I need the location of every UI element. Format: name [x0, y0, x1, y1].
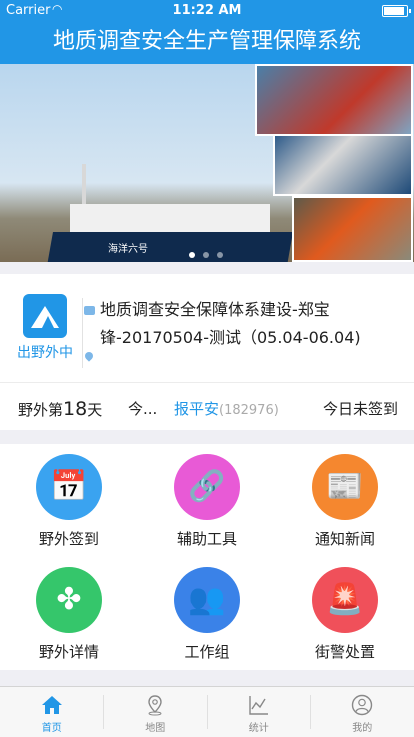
- divider: [0, 382, 414, 383]
- field-status-card: 出野外中 地质调查安全保障体系建设-郑宝锋-20170504-测试（05.04-…: [0, 274, 414, 430]
- newspaper-icon: 📰: [312, 454, 378, 520]
- tab-label: 我的: [311, 719, 414, 734]
- menu-label: 辅助工具: [138, 528, 276, 549]
- truncated-text: 今...: [128, 398, 157, 419]
- days-value: 18: [63, 398, 87, 420]
- menu-item-tools[interactable]: 🔗 辅助工具: [138, 444, 276, 557]
- home-icon: [41, 694, 63, 716]
- report-safe[interactable]: 报平安(182976): [174, 398, 279, 419]
- days-prefix: 野外第: [18, 401, 63, 419]
- tab-bar: 首页 地图 统计 我的: [0, 686, 414, 737]
- menu-icon-bg: ✤: [36, 567, 102, 633]
- report-safe-link[interactable]: 报平安: [174, 400, 219, 418]
- menu-item-work-group[interactable]: 👥 工作组: [138, 557, 276, 670]
- clock: 11:22 AM: [0, 3, 414, 18]
- menu-grid: 📅 野外签到 🔗 辅助工具 📰 通知新闻 ✤ 野外详情 👥 工作组 🚨 街警处置: [0, 444, 414, 670]
- field-status-label: 出野外中: [14, 342, 76, 362]
- days-suffix: 天: [87, 401, 102, 419]
- tab-home[interactable]: 首页: [0, 687, 104, 737]
- carousel-dot[interactable]: [203, 252, 209, 258]
- link-icon: 🔗: [174, 454, 240, 520]
- tab-label: 地图: [104, 719, 208, 734]
- menu-icon-bg: 🚨: [312, 567, 378, 633]
- carousel-dot[interactable]: [189, 252, 195, 258]
- banner-photo-2: [273, 134, 413, 196]
- user-icon: [351, 694, 373, 716]
- carousel-dot[interactable]: [217, 252, 223, 258]
- map-pin-icon: [144, 694, 166, 716]
- tab-stats[interactable]: 统计: [207, 687, 311, 737]
- tab-profile[interactable]: 我的: [311, 687, 414, 737]
- page-title: 地质调查安全生产管理保障系统: [0, 20, 414, 64]
- menu-item-field-details[interactable]: ✤ 野外详情: [0, 557, 138, 670]
- field-days: 野外第18天: [18, 398, 102, 420]
- menu-icon-bg: 👥: [174, 567, 240, 633]
- menu-item-field-sign-in[interactable]: 📅 野外签到: [0, 444, 138, 557]
- location-icon: [83, 350, 94, 361]
- banner-photo-3: [292, 196, 413, 262]
- report-count: (182976): [219, 403, 279, 418]
- ship-name: 海洋六号: [108, 240, 148, 255]
- chart-icon: [248, 694, 270, 716]
- ship-hull: [47, 232, 293, 262]
- calendar-check-icon: 📅: [36, 454, 102, 520]
- menu-icon-bg: 🔗: [174, 454, 240, 520]
- menu-label: 街警处置: [276, 641, 414, 662]
- ship-mast: [82, 164, 86, 208]
- clover-icon: ✤: [36, 567, 102, 633]
- menu-item-alarm[interactable]: 🚨 街警处置: [276, 557, 414, 670]
- field-status-button[interactable]: 出野外中: [14, 294, 76, 360]
- menu-label: 野外详情: [0, 641, 138, 662]
- alarm-light-icon: 🚨: [312, 567, 378, 633]
- sign-status: 今日未签到: [323, 398, 398, 419]
- carousel-indicator[interactable]: [185, 243, 227, 262]
- menu-item-news[interactable]: 📰 通知新闻: [276, 444, 414, 557]
- menu-label: 通知新闻: [276, 528, 414, 549]
- tab-label: 统计: [207, 719, 311, 734]
- status-bar: Carrier ◠ 11:22 AM: [0, 0, 414, 20]
- tab-label: 首页: [0, 719, 104, 734]
- group-icon: 👥: [174, 567, 240, 633]
- tent-icon: [23, 294, 67, 338]
- banner-photo-1: [255, 64, 413, 136]
- menu-label: 野外签到: [0, 528, 138, 549]
- menu-label: 工作组: [138, 641, 276, 662]
- project-title[interactable]: 地质调查安全保障体系建设-郑宝锋-20170504-测试（05.04-06.04…: [100, 296, 400, 352]
- menu-icon-bg: 📅: [36, 454, 102, 520]
- tab-map[interactable]: 地图: [104, 687, 208, 737]
- briefcase-icon: [84, 306, 95, 315]
- battery-icon: [382, 5, 408, 17]
- menu-icon-bg: 📰: [312, 454, 378, 520]
- divider: [82, 298, 83, 368]
